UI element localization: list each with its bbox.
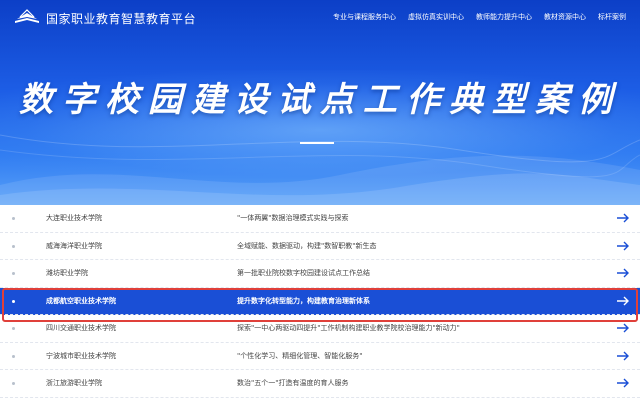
platform-title[interactable]: 国家职业教育智慧教育平台: [46, 10, 196, 27]
hero-waves-decoration: [0, 134, 640, 205]
arrow-right-icon[interactable]: [616, 376, 630, 390]
case-school-name[interactable]: 威海海洋职业学院: [46, 241, 102, 251]
nav-item-courses[interactable]: 专业与课程服务中心: [333, 12, 396, 22]
case-topic-title[interactable]: 全域赋能、数据驱动，构建"数智职教"新生态: [237, 241, 376, 251]
case-school-name[interactable]: 浙江旅游职业学院: [46, 378, 102, 388]
nav-item-teacher-ability[interactable]: 教师能力提升中心: [476, 12, 532, 22]
bullet-dot-icon: [12, 272, 15, 275]
case-topic-title[interactable]: 第一批职业院校数字校园建设试点工作总结: [237, 268, 370, 278]
arrow-right-icon[interactable]: [616, 321, 630, 335]
bullet-dot-icon: [12, 244, 15, 248]
case-row[interactable]: 大连职业技术学院 "一体两翼"数据治理模式实践与探索: [0, 205, 640, 233]
main-nav: 专业与课程服务中心 虚拟仿真实训中心 教师能力提升中心 教材资源中心 标杆案例: [333, 12, 638, 22]
nav-item-benchmark-cases[interactable]: 标杆案例: [598, 12, 626, 22]
case-topic-title[interactable]: 提升数字化转型能力，构建教育治理新体系: [237, 296, 370, 306]
case-school-name[interactable]: 成都航空职业技术学院: [46, 296, 116, 306]
case-topic-title[interactable]: "一体两翼"数据治理模式实践与探索: [237, 213, 348, 223]
case-row[interactable]: 威海海洋职业学院 全域赋能、数据驱动，构建"数智职教"新生态: [0, 233, 640, 260]
case-topic-title[interactable]: 数治"五个一"打造有温度的育人服务: [237, 378, 348, 388]
page-title: 数字校园建设试点工作典型案例: [19, 80, 621, 120]
nav-item-textbooks[interactable]: 教材资源中心: [544, 12, 586, 22]
top-navigation-bar: 国家职业教育智慧教育平台 专业与课程服务中心 虚拟仿真实训中心 教师能力提升中心…: [0, 0, 640, 34]
arrow-right-icon[interactable]: [616, 266, 630, 280]
bullet-dot-icon: [12, 354, 15, 358]
hero-banner: 国家职业教育智慧教育平台 专业与课程服务中心 虚拟仿真实训中心 教师能力提升中心…: [0, 0, 640, 205]
bullet-dot-icon: [12, 217, 15, 220]
case-row[interactable]: 成都航空职业技术学院 提升数字化转型能力，构建教育治理新体系: [0, 287, 640, 315]
bullet-dot-icon: [12, 382, 15, 385]
case-row[interactable]: 浙江旅游职业学院 数治"五个一"打造有温度的育人服务: [0, 370, 640, 398]
case-school-name[interactable]: 宁波城市职业技术学院: [46, 351, 116, 361]
arrow-right-icon[interactable]: [616, 294, 630, 308]
case-row[interactable]: 潍坊职业学院 第一批职业院校数字校园建设试点工作总结: [0, 260, 640, 288]
book-logo-icon[interactable]: [14, 9, 40, 25]
bullet-dot-icon: [12, 327, 15, 330]
title-underline: [300, 142, 334, 144]
case-topic-title[interactable]: "个性化学习、精细化管理、智能化服务": [237, 351, 362, 361]
case-school-name[interactable]: 潍坊职业学院: [46, 268, 88, 278]
case-row[interactable]: 四川交通职业技术学院 探索"一中心两驱动四提升"工作机制构建职业教学院校治理能力"…: [0, 315, 640, 343]
case-school-name[interactable]: 大连职业技术学院: [46, 213, 102, 223]
case-topic-title[interactable]: 探索"一中心两驱动四提升"工作机制构建职业教学院校治理能力"新动力": [237, 323, 460, 333]
case-row[interactable]: 宁波城市职业技术学院 "个性化学习、精细化管理、智能化服务": [0, 343, 640, 370]
bullet-dot-icon: [12, 299, 15, 303]
nav-item-virtual-training[interactable]: 虚拟仿真实训中心: [408, 12, 464, 22]
arrow-right-icon[interactable]: [616, 211, 630, 225]
arrow-right-icon[interactable]: [616, 349, 630, 363]
case-school-name[interactable]: 四川交通职业技术学院: [46, 323, 116, 333]
arrow-right-icon[interactable]: [616, 239, 630, 253]
case-list: 大连职业技术学院 "一体两翼"数据治理模式实践与探索威海海洋职业学院 全域赋能、数据…: [0, 205, 640, 398]
